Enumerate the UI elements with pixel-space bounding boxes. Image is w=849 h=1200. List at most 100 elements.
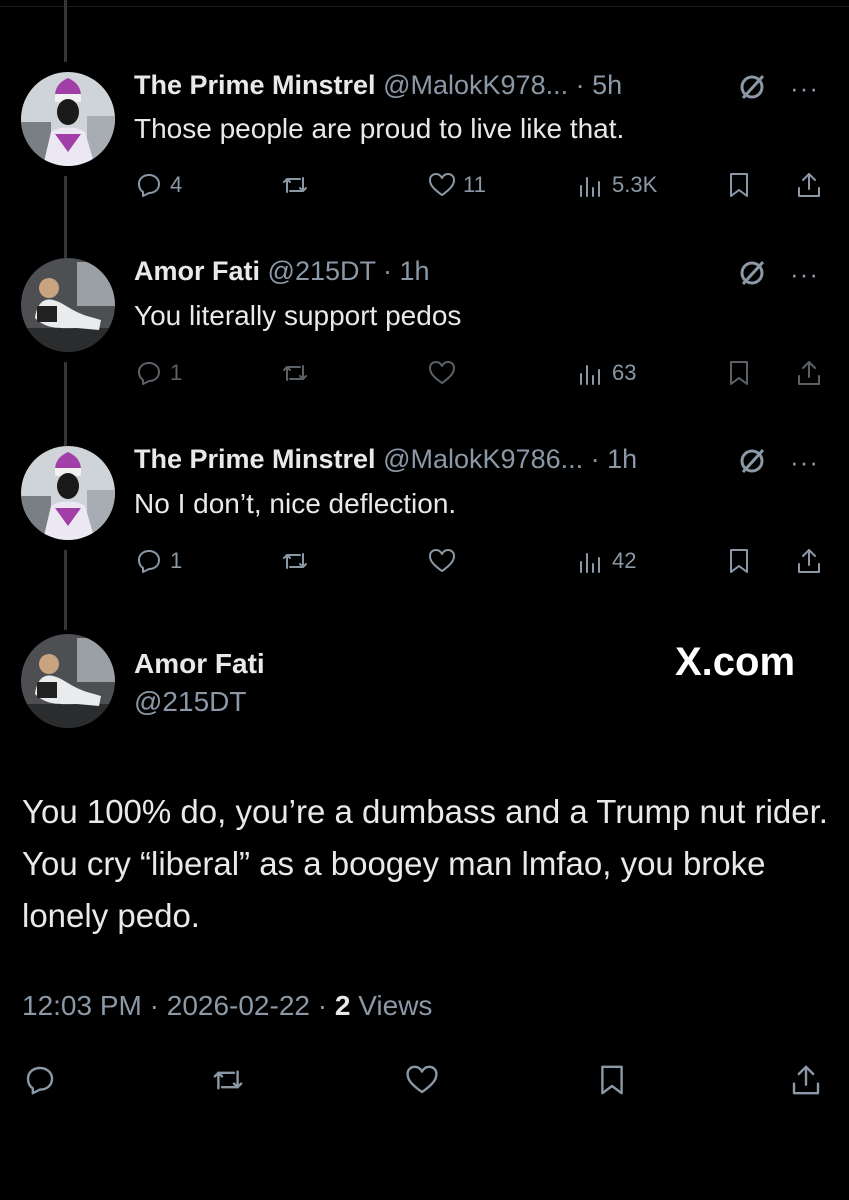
views-count: 63 xyxy=(612,360,637,385)
tweet-date[interactable]: 2026-02-22 xyxy=(167,990,310,1021)
top-divider xyxy=(0,6,849,7)
bookmark-icon xyxy=(601,1065,623,1095)
timestamp[interactable]: 1h xyxy=(607,444,637,474)
author-name[interactable]: Amor Fati xyxy=(134,256,260,286)
views-icon xyxy=(580,177,600,197)
like-icon xyxy=(406,1065,438,1094)
separator-dot: · xyxy=(375,256,400,286)
main-author-handle[interactable]: @215DT xyxy=(134,686,246,718)
views-label: Views xyxy=(358,990,433,1021)
author-name[interactable]: The Prime Minstrel xyxy=(134,444,376,474)
thread-line xyxy=(64,176,67,258)
avatar[interactable] xyxy=(21,634,115,728)
views-icon xyxy=(580,553,600,573)
more-options-button[interactable]: ··· xyxy=(790,261,819,287)
grok-icon[interactable] xyxy=(737,72,767,102)
reply-count: 1 xyxy=(170,360,183,385)
author-handle[interactable]: @215DT xyxy=(268,256,376,286)
reply-count: 1 xyxy=(170,548,183,573)
like-icon xyxy=(429,549,455,572)
main-tweet-text: You 100% do, you’re a dumbass and a Trum… xyxy=(22,793,828,934)
separator-dot: · xyxy=(149,990,159,1021)
reply-button[interactable] xyxy=(22,1062,58,1103)
share-button[interactable] xyxy=(794,546,824,576)
timestamp[interactable]: 1h xyxy=(400,256,430,286)
tweet-meta: 12:03 PM · 2026-02-22 · 2 Views xyxy=(22,990,432,1022)
reply-button[interactable]: 1 xyxy=(134,358,182,388)
views-count: 2 xyxy=(334,990,351,1021)
avatar[interactable] xyxy=(21,446,115,540)
separator-dot: · xyxy=(583,444,608,474)
reply-text: No I don’t, nice deflection. xyxy=(134,488,457,519)
like-button[interactable] xyxy=(404,1062,440,1103)
reply-icon xyxy=(26,1066,54,1095)
bookmark-icon xyxy=(730,549,748,573)
share-button[interactable] xyxy=(794,170,824,200)
views-button[interactable]: 63 xyxy=(576,358,636,388)
timestamp[interactable]: 5h xyxy=(592,70,622,100)
avatar-image xyxy=(21,446,115,540)
share-button[interactable] xyxy=(788,1062,824,1103)
avatar[interactable] xyxy=(21,258,115,352)
reply-header: The Prime Minstrel @MalokK978... · 5h xyxy=(134,70,622,101)
views-button[interactable]: 5.3K xyxy=(576,170,657,200)
bookmark-button[interactable] xyxy=(724,170,754,200)
bookmark-button[interactable] xyxy=(594,1062,630,1103)
bookmark-button[interactable] xyxy=(724,546,754,576)
retweet-button[interactable] xyxy=(280,170,316,200)
separator-dot: · xyxy=(568,70,593,100)
reply-icon xyxy=(138,362,160,385)
like-count: 11 xyxy=(463,172,486,197)
reply-icon xyxy=(138,174,160,197)
like-icon xyxy=(429,361,455,384)
like-icon xyxy=(429,173,455,196)
more-options-button[interactable]: ··· xyxy=(790,449,819,475)
reply-header: The Prime Minstrel @MalokK9786... · 1h xyxy=(134,444,637,475)
share-icon xyxy=(792,1065,820,1095)
reply-text: Those people are proud to live like that… xyxy=(134,113,625,144)
retweet-icon xyxy=(283,177,307,193)
separator-dot: · xyxy=(317,990,328,1021)
bookmark-icon xyxy=(730,361,748,385)
like-button[interactable] xyxy=(427,358,463,388)
share-button[interactable] xyxy=(794,358,824,388)
avatar[interactable] xyxy=(21,72,115,166)
bookmark-button[interactable] xyxy=(724,358,754,388)
tweet-time[interactable]: 12:03 PM xyxy=(22,990,142,1021)
reply-button[interactable]: 1 xyxy=(134,546,182,576)
grok-icon[interactable] xyxy=(737,258,767,288)
share-icon xyxy=(798,361,820,385)
views-count: 5.3K xyxy=(612,172,658,197)
retweet-icon xyxy=(213,1070,243,1090)
grok-icon[interactable] xyxy=(737,446,767,476)
thread-line xyxy=(64,362,67,446)
avatar-image xyxy=(21,258,115,352)
like-button[interactable] xyxy=(427,546,463,576)
reply-button[interactable]: 4 xyxy=(134,170,182,200)
reply-icon xyxy=(138,550,160,573)
retweet-button[interactable] xyxy=(280,546,316,576)
share-icon xyxy=(798,173,820,197)
reply-count: 4 xyxy=(170,172,183,197)
retweet-button[interactable] xyxy=(210,1062,246,1103)
more-options-button[interactable]: ··· xyxy=(790,75,819,101)
author-handle[interactable]: @MalokK9786... xyxy=(383,444,583,474)
views-button[interactable]: 42 xyxy=(576,546,636,576)
thread-line xyxy=(64,0,67,62)
like-button[interactable]: 11 xyxy=(427,170,486,200)
reply-header: Amor Fati @215DT · 1h xyxy=(134,256,430,287)
retweet-button[interactable] xyxy=(280,358,316,388)
retweet-icon xyxy=(283,365,307,381)
share-icon xyxy=(798,549,820,573)
author-name[interactable]: The Prime Minstrel xyxy=(134,70,376,100)
bookmark-icon xyxy=(730,173,748,197)
author-handle[interactable]: @MalokK978... xyxy=(383,70,568,100)
x-com-watermark: X.com xyxy=(675,640,796,684)
avatar-image xyxy=(21,634,115,728)
main-author-name[interactable]: Amor Fati xyxy=(134,648,265,680)
reply-text: You literally support pedos xyxy=(134,300,462,331)
retweet-icon xyxy=(283,553,307,569)
thread-line xyxy=(64,550,67,630)
views-icon xyxy=(580,365,600,385)
views-count: 42 xyxy=(612,548,637,573)
